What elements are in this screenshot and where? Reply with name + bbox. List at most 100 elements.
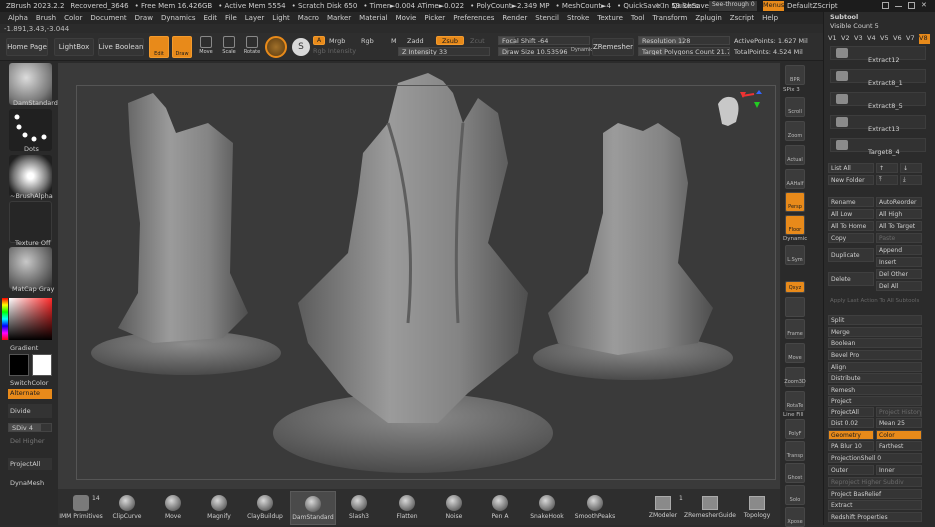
color-toggle[interactable]: Color [876,430,922,440]
all-to-target-button[interactable]: All To Target [876,221,922,231]
alternate-button[interactable]: Alternate [8,389,52,399]
all-high-button[interactable]: All High [876,209,922,219]
menu-edit[interactable]: Edit [203,14,217,22]
brush-pen-a[interactable]: Pen A [477,491,523,525]
menu-file[interactable]: File [225,14,237,22]
boolean-button[interactable]: Boolean [828,338,922,348]
brush-damstandard[interactable]: DamStandard [290,491,336,525]
subtool-item[interactable]: Target8_4 [830,138,926,160]
material-thumbnail[interactable] [9,247,52,289]
script-name[interactable]: DefaultZScript [787,2,838,10]
zcut-button[interactable]: Zcut [470,37,485,45]
bevel-pro-button[interactable]: Bevel Pro [828,350,922,360]
project-history-button[interactable]: Project History [876,407,922,417]
menus-button[interactable]: Menus [763,1,784,11]
redshift-properties-button[interactable]: Redshift Properties [828,512,922,522]
zsub-button[interactable]: Zsub [436,36,464,45]
live-boolean-button[interactable]: Live Boolean [98,38,144,56]
append-button[interactable]: Append [876,245,922,255]
brush-claybuildup[interactable]: ClayBuildup [242,491,288,525]
inner-toggle[interactable]: Inner [876,465,922,475]
brush-slash3[interactable]: Slash3 [336,491,382,525]
maximize-icon[interactable] [908,2,915,9]
menu-zscript[interactable]: Zscript [730,14,754,22]
brush-noise[interactable]: Noise [431,491,477,525]
move-down-icon[interactable]: ⤓ [900,175,922,185]
scale-tool-button[interactable]: Scale [219,36,239,58]
dist-slider[interactable]: Dist 0.02 [828,418,874,428]
line-fill-label[interactable]: Line Fill [783,412,804,418]
duplicate-button[interactable]: Duplicate [828,248,874,262]
project-basrelief-button[interactable]: Project BasRelief [828,489,922,499]
brush-snakehook[interactable]: SnakeHook [524,491,570,525]
menu-help[interactable]: Help [762,14,778,22]
del-higher-button[interactable]: Del Higher [10,437,45,445]
del-other-button[interactable]: Del Other [876,269,922,279]
bpr-button[interactable]: BPR [785,65,805,85]
quicksave-button[interactable]: QuickSave [672,2,709,10]
rotate-view-button[interactable]: RotaTe [785,391,805,411]
tab-v6[interactable]: V6 [893,34,904,44]
outer-toggle[interactable]: Outer [828,465,874,475]
window-controls[interactable]: ✕ [882,2,932,10]
resolution-slider[interactable]: Resolution 128 [638,36,730,45]
remesh-button[interactable]: Remesh [828,385,922,395]
see-through-slider[interactable]: See-through 0 [709,1,757,11]
menu-macro[interactable]: Macro [298,14,319,22]
new-folder-button[interactable]: New Folder [828,175,874,185]
menu-preferences[interactable]: Preferences [453,14,494,22]
switchcolor-button[interactable]: SwitchColor [10,379,48,387]
apply-last-action-button[interactable]: Apply Last Action To All Subtools [830,298,919,304]
zadd-button[interactable]: Zadd [407,37,424,45]
spix-slider[interactable]: SPix 3 [783,87,800,93]
menu-render[interactable]: Render [502,14,527,22]
window-icon[interactable] [882,2,889,9]
material-swatch-icon[interactable] [265,36,287,58]
zoom-button[interactable]: Zoom [785,121,805,141]
arrow-up-icon[interactable]: ↑ [876,163,898,173]
extract-button[interactable]: Extract [828,500,922,510]
polyf-button[interactable]: PolyF [785,419,805,439]
all-low-button[interactable]: All Low [828,209,874,219]
floor-button[interactable]: Floor [785,215,805,235]
menu-marker[interactable]: Marker [327,14,351,22]
projectionshell-slider[interactable]: ProjectionShell 0 [828,453,922,463]
menu-material[interactable]: Material [359,14,387,22]
secondary-color-swatch[interactable] [32,354,52,376]
subtool-item[interactable]: Extract8_5 [830,92,926,114]
draw-button[interactable]: Draw [172,36,192,58]
qxyz-button[interactable]: Qxyz [785,281,805,293]
z-intensity-slider[interactable]: Z Intensity 33 [398,47,490,56]
reproject-higher-button[interactable]: Reproject Higher Subdiv [828,477,922,487]
sdiv-slider[interactable]: SDiv 4 [8,423,52,432]
brush-clipcurve[interactable]: ClipCurve [104,491,150,525]
geometry-toggle[interactable]: Geometry [828,430,874,440]
copy-button[interactable]: Copy [828,233,874,243]
scroll-button[interactable]: Scroll [785,97,805,117]
subtool-item[interactable]: Extract12 [830,46,926,68]
main-color-swatch[interactable] [9,354,29,376]
visible-count-slider[interactable]: Visible Count 5 [830,22,879,30]
menu-tool[interactable]: Tool [631,14,645,22]
a-button[interactable]: A [313,36,325,45]
close-icon[interactable]: ✕ [921,2,927,10]
menu-brush[interactable]: Brush [36,14,56,22]
menu-texture[interactable]: Texture [597,14,623,22]
farthest-toggle[interactable]: Farthest [876,441,922,451]
edit-button[interactable]: Edit [149,36,169,58]
distribute-button[interactable]: Distribute [828,373,922,383]
mean-slider[interactable]: Mean 25 [876,418,922,428]
tab-v5[interactable]: V5 [880,34,891,44]
menu-document[interactable]: Document [90,14,126,22]
merge-button[interactable]: Merge [828,327,922,337]
brush-topology[interactable]: Topology [734,491,780,525]
transp-button[interactable]: Transp [785,441,805,461]
menu-stencil[interactable]: Stencil [535,14,559,22]
menu-movie[interactable]: Movie [396,14,417,22]
persp-button[interactable]: Persp [785,192,805,212]
rotate-tool-button[interactable]: Rotate [242,36,262,58]
xpose-button[interactable]: Xpose [785,507,805,527]
menu-zplugin[interactable]: Zplugin [695,14,721,22]
m-button[interactable]: M [391,37,397,45]
ghost-button[interactable]: Ghost [785,463,805,483]
